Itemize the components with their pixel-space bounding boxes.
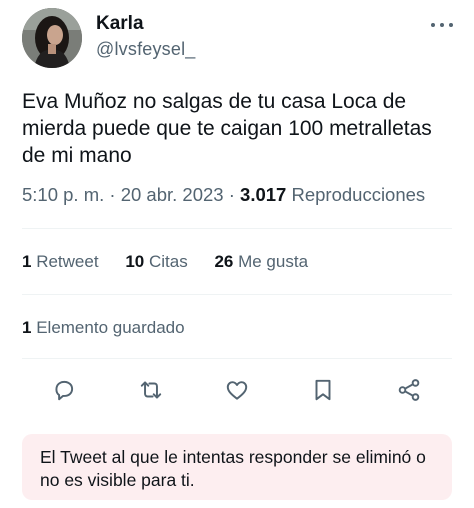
meta-separator: · [109,184,116,205]
more-options-button[interactable] [430,14,454,34]
share-button[interactable] [394,375,424,405]
quotes-count: 10 [125,252,145,271]
dot-icon [440,23,444,27]
tweet-date[interactable]: 20 abr. 2023 [121,184,224,205]
retweets-stat[interactable]: 1 Retweet [22,252,99,272]
divider [22,358,452,359]
bookmark-button[interactable] [308,375,338,405]
retweet-icon [140,381,162,399]
divider [22,228,452,229]
meta-separator: · [228,184,235,205]
tweet-text: Eva Muñoz no salgas de tu casa Loca de m… [22,90,432,167]
quotes-label: Citas [148,252,188,271]
reply-unavailable-notice: El Tweet al que le intentas responder se… [22,434,452,500]
reply-button[interactable] [49,375,79,405]
tweet-meta: 5:10 p. m. · 20 abr. 2023 · 3.017 Reprod… [22,184,425,206]
views-count: 3.017 [240,184,287,205]
bookmark-icon [315,379,331,401]
reply-icon [55,380,74,401]
avatar-photo [22,8,82,68]
retweets-label: Retweet [36,252,99,271]
bookmarks-count: 1 [22,318,32,337]
heart-icon [226,381,248,400]
quotes-stat[interactable]: 10 Citas [125,252,187,272]
dot-icon [431,23,435,27]
author-display-name[interactable]: Karla [96,13,144,35]
bookmarks-stat[interactable]: 1 Elemento guardado [22,318,185,338]
engagement-stats: 1 Retweet 10 Citas 26 Me gusta [22,252,330,272]
likes-label: Me gusta [238,252,309,271]
retweets-count: 1 [22,252,32,271]
share-icon [398,379,420,401]
bookmarks-label: Elemento guardado [36,318,185,337]
dot-icon [449,23,453,27]
avatar[interactable] [22,8,82,68]
likes-count: 26 [214,252,234,271]
likes-stat[interactable]: 26 Me gusta [214,252,308,272]
divider [22,294,452,295]
retweet-button[interactable] [136,375,166,405]
like-button[interactable] [222,375,252,405]
views-label: Reproducciones [291,184,426,205]
author-handle[interactable]: @lvsfeysel_ [96,39,196,60]
tweet-time[interactable]: 5:10 p. m. [22,184,104,205]
